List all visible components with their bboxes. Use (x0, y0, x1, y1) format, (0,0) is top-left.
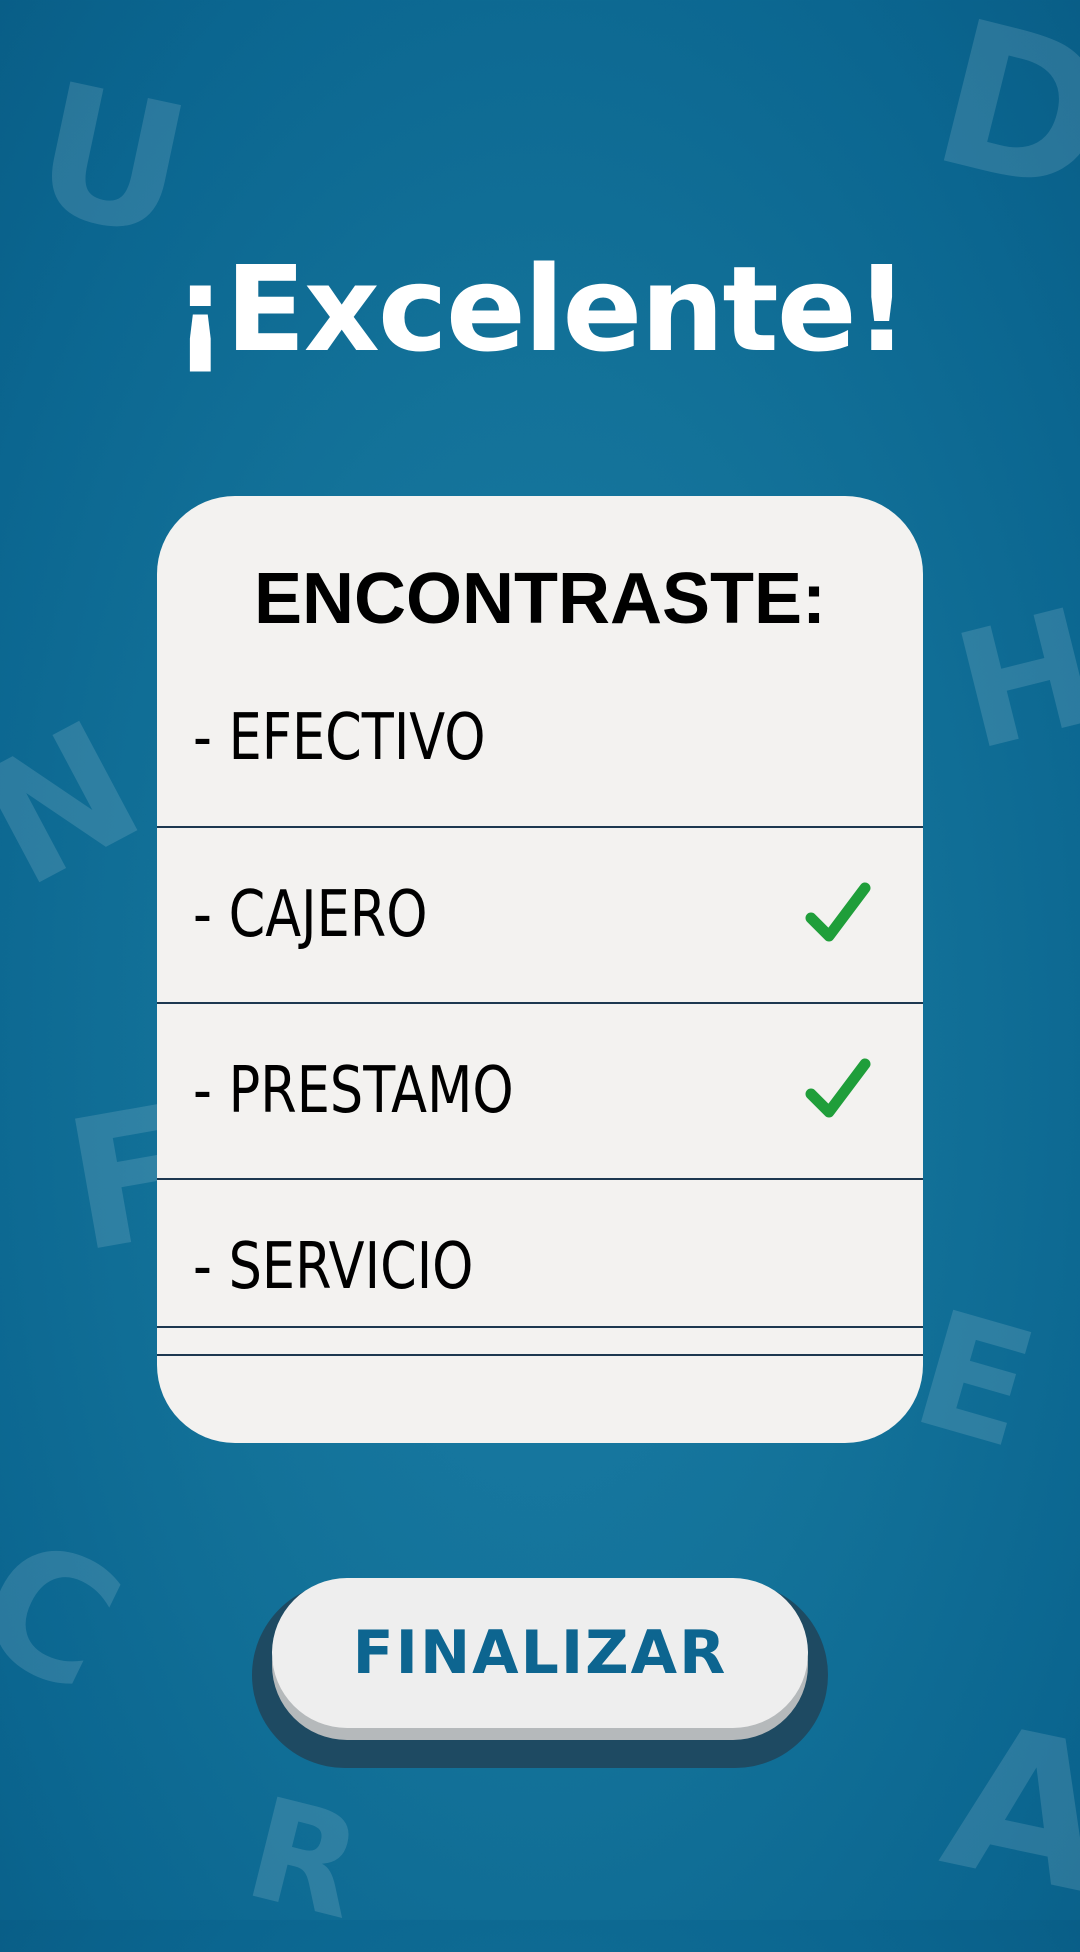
list-item: - SERVICIO (157, 1180, 923, 1356)
finalizar-button-label: FINALIZAR (352, 1618, 728, 1688)
bg-letter-r: R (232, 1767, 377, 1952)
word-label: - SERVICIO (193, 1230, 474, 1304)
bg-letter-c: C (0, 1498, 148, 1732)
bg-letter-d: D (914, 0, 1080, 243)
word-list: - EFECTIVO - CAJERO - PRESTAMO - SERVICI… (157, 496, 923, 1443)
word-label: - EFECTIVO (193, 701, 486, 775)
bg-letter-h: H (939, 572, 1080, 787)
checkmark-icon (805, 1058, 871, 1118)
bg-letter-u: U (17, 44, 205, 279)
finalizar-button[interactable]: FINALIZAR (272, 1578, 808, 1728)
bg-letter-a: A (927, 1679, 1080, 1940)
page-title: ¡Excelente! (173, 240, 908, 378)
list-item: - PRESTAMO (157, 1004, 923, 1180)
word-label: - PRESTAMO (193, 1054, 514, 1128)
list-item: - EFECTIVO (157, 650, 923, 828)
list-item: - CAJERO (157, 828, 923, 1004)
checkmark-icon (805, 882, 871, 942)
bg-letter-n: N (0, 684, 171, 926)
word-label: - CAJERO (193, 878, 428, 952)
